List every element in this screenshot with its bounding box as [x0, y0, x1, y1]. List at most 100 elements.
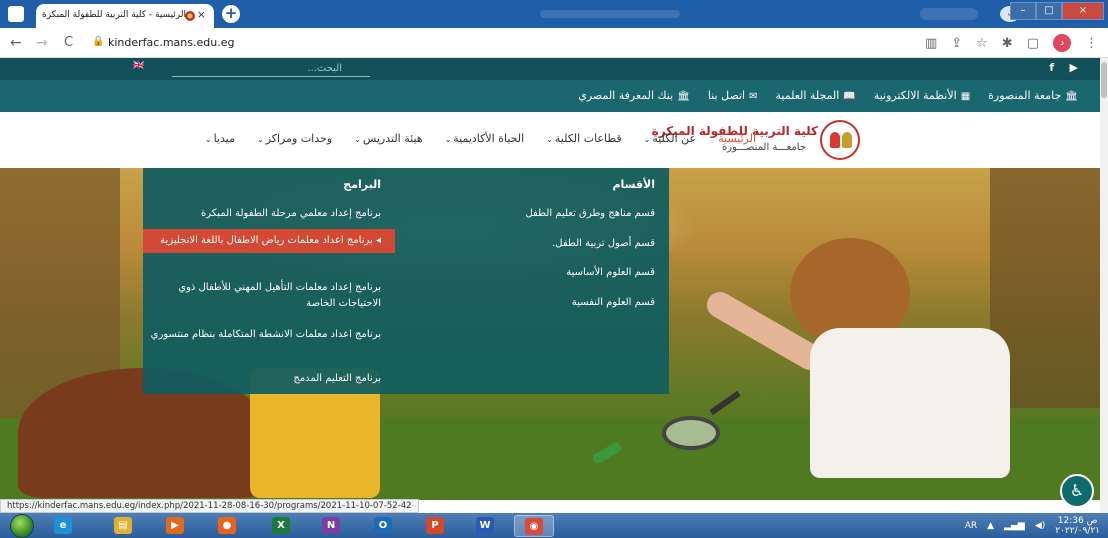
menu-item-program[interactable]: برنامج اعداد معلمات الانشطة المتكاملة بن… — [143, 327, 395, 343]
link-label: بنك المعرفة المصري — [578, 89, 674, 102]
translate-icon[interactable]: ▥ — [925, 36, 937, 51]
nav-label: هيئة التدريس — [362, 132, 423, 145]
nav-item-units-centers[interactable]: وحدات ومراكز⌄ — [257, 132, 332, 145]
star-icon[interactable]: ☆ — [976, 36, 988, 51]
nav-item-media[interactable]: ميديا⌄ — [205, 132, 235, 145]
taskbar-app[interactable]: ● — [208, 515, 248, 537]
accessibility-icon[interactable]: ♿ — [1060, 474, 1094, 508]
lock-icon[interactable]: 🔒 — [92, 36, 104, 47]
forward-button[interactable]: → — [36, 35, 48, 51]
firefox-icon: ● — [218, 517, 236, 534]
app-menu-icon[interactable] — [8, 6, 24, 22]
browser-tab-active[interactable]: الرئيسية - كلية التربية للطفولة المبكرة … — [36, 4, 214, 28]
maximize-button[interactable]: □ — [1036, 2, 1062, 20]
programs-title: البرامج — [343, 178, 381, 191]
tab-blurred-area — [540, 10, 680, 18]
taskbar-app[interactable]: ◉ — [514, 515, 554, 537]
menu-item-department[interactable]: قسم العلوم النفسية — [425, 295, 655, 311]
language-indicator[interactable]: AR — [965, 521, 977, 531]
book-icon: 📖 — [843, 91, 856, 102]
sidepanel-icon[interactable]: ▢ — [1027, 36, 1039, 51]
media-player-icon: ▶ — [166, 517, 184, 534]
tray-arrow-icon[interactable]: ▲ — [987, 521, 994, 531]
menu-item-program[interactable]: برنامج إعداد معلمي مرحلة الطفولة المبكرة — [143, 206, 395, 222]
link-e-systems[interactable]: ▦الأنظمة الالكترونية — [874, 89, 970, 102]
tab-close-icon[interactable]: × — [197, 8, 206, 21]
quick-links: 🏛جامعة المنصورة ▦الأنظمة الالكترونية 📖ال… — [578, 89, 1078, 102]
taskbar-app[interactable]: W — [466, 515, 506, 537]
new-tab-button[interactable]: + — [222, 5, 240, 23]
link-journal[interactable]: 📖المجلة العلمية — [776, 89, 856, 102]
nav-item-sectors[interactable]: قطاعات الكلية⌄ — [546, 132, 621, 145]
nav-label: عن الكلية — [652, 132, 697, 145]
taskbar-app[interactable]: N — [312, 515, 352, 537]
windows-taskbar: e ▤ ▶ ● X N O P W ◉ AR ▲ ▂▄▆ ◀) 12:36 ص ٢٠٢٢/٠٩/٢… — [0, 513, 1108, 538]
link-mansoura-university[interactable]: 🏛جامعة المنصورة — [988, 89, 1078, 102]
profile-avatar[interactable]: د — [1053, 34, 1071, 52]
share-icon[interactable]: ⇪ — [951, 36, 962, 51]
chevron-down-icon: ⌄ — [256, 135, 264, 144]
link-contact[interactable]: ✉اتصل بنا — [708, 89, 758, 102]
magnifier-handle — [709, 390, 741, 416]
network-icon[interactable]: ▂▄▆ — [1004, 521, 1025, 531]
chevron-down-icon: ⌄ — [643, 135, 651, 144]
start-button[interactable] — [10, 514, 34, 538]
nav-item-about[interactable]: عن الكلية⌄ — [644, 132, 696, 145]
magnifying-glass — [662, 416, 720, 450]
browser-tab-strip: الرئيسية - كلية التربية للطفولة المبكرة … — [0, 0, 1108, 28]
back-button[interactable]: ← — [10, 35, 22, 51]
nav-item-home[interactable]: الرئيسية — [718, 132, 756, 145]
url-field[interactable]: kinderfac.mans.edu.eg — [108, 36, 234, 49]
menu-item-department[interactable]: قسم مناهج وطرق تعليم الطفل — [425, 206, 655, 222]
nav-item-faculty-staff[interactable]: هيئة التدريس⌄ — [354, 132, 422, 145]
logo-figure — [842, 132, 852, 148]
extensions-icon[interactable]: ✱ — [1002, 36, 1013, 51]
sectors-mega-menu: الأقسام قسم مناهج وطرق تعليم الطفل قسم أ… — [143, 168, 669, 394]
link-label: اتصل بنا — [707, 89, 746, 102]
chevron-down-icon: ⌄ — [444, 135, 452, 144]
tab-blurred-area-2 — [920, 8, 978, 20]
social-icons: f ▶ — [1049, 61, 1078, 74]
nav-label: الرئيسية — [718, 132, 756, 145]
logo-figure — [830, 132, 840, 148]
taskbar-app[interactable]: P — [416, 515, 456, 537]
volume-icon[interactable]: ◀) — [1035, 521, 1045, 531]
youtube-icon[interactable]: ▶ — [1070, 61, 1078, 74]
language-flag-icon[interactable]: 🇬🇧 — [133, 61, 144, 71]
taskbar-app[interactable]: ▶ — [156, 515, 196, 537]
menu-item-department[interactable]: قسم العلوم الأساسية — [425, 265, 655, 281]
nav-menu: الرئيسية عن الكلية⌄ قطاعات الكلية⌄ الحيا… — [205, 132, 756, 145]
menu-item-program[interactable]: برنامج إعداد معلمات التأهيل المهني للأطف… — [143, 280, 395, 312]
minimize-button[interactable]: – — [1010, 2, 1036, 20]
nav-label: الحياة الأكاديمية — [453, 132, 525, 145]
grid-icon: ▦ — [960, 91, 971, 102]
building-icon: 🏛 — [1065, 91, 1078, 102]
word-icon: W — [476, 517, 494, 534]
taskbar-app[interactable]: O — [364, 515, 404, 537]
chevron-down-icon: ⌄ — [204, 135, 212, 144]
menu-item-program[interactable]: برنامج التعليم المدمج — [143, 371, 395, 387]
page-scrollbar[interactable] — [1100, 58, 1108, 513]
clock[interactable]: 12:36 ص ٢٠٢٢/٠٩/٢١ — [1055, 516, 1100, 536]
menu-dots-icon[interactable]: ⋮ — [1085, 36, 1098, 51]
status-url: https://kinderfac.mans.edu.eg/index.php/… — [0, 499, 419, 513]
nav-item-academic-life[interactable]: الحياة الأكاديمية⌄ — [445, 132, 525, 145]
taskbar-app[interactable]: e — [44, 515, 84, 537]
facebook-icon[interactable]: f — [1049, 61, 1054, 74]
menu-item-program-hovered[interactable]: ◂ برنامج اعداد معلمات رياض الاطفال باللغ… — [143, 229, 395, 253]
link-knowledge-bank[interactable]: 🏛بنك المعرفة المصري — [578, 89, 690, 102]
powerpoint-icon: P — [426, 517, 444, 534]
taskbar-app[interactable]: X — [262, 515, 302, 537]
reload-button[interactable]: C — [64, 35, 73, 50]
menu-item-department[interactable]: قسم أصول تربية الطفل. — [425, 236, 655, 252]
nav-label: ميديا — [213, 132, 235, 145]
link-label: المجلة العلمية — [775, 89, 840, 102]
building-icon: 🏛 — [677, 91, 690, 102]
site-search-input[interactable]: البحث... — [172, 60, 370, 77]
close-window-button[interactable]: × — [1062, 2, 1104, 20]
scrollbar-thumb[interactable] — [1101, 62, 1107, 98]
clock-date: ٢٠٢٢/٠٩/٢١ — [1055, 526, 1100, 536]
departments-title: الأقسام — [612, 178, 655, 191]
faculty-logo[interactable] — [820, 120, 860, 160]
taskbar-app[interactable]: ▤ — [104, 515, 144, 537]
